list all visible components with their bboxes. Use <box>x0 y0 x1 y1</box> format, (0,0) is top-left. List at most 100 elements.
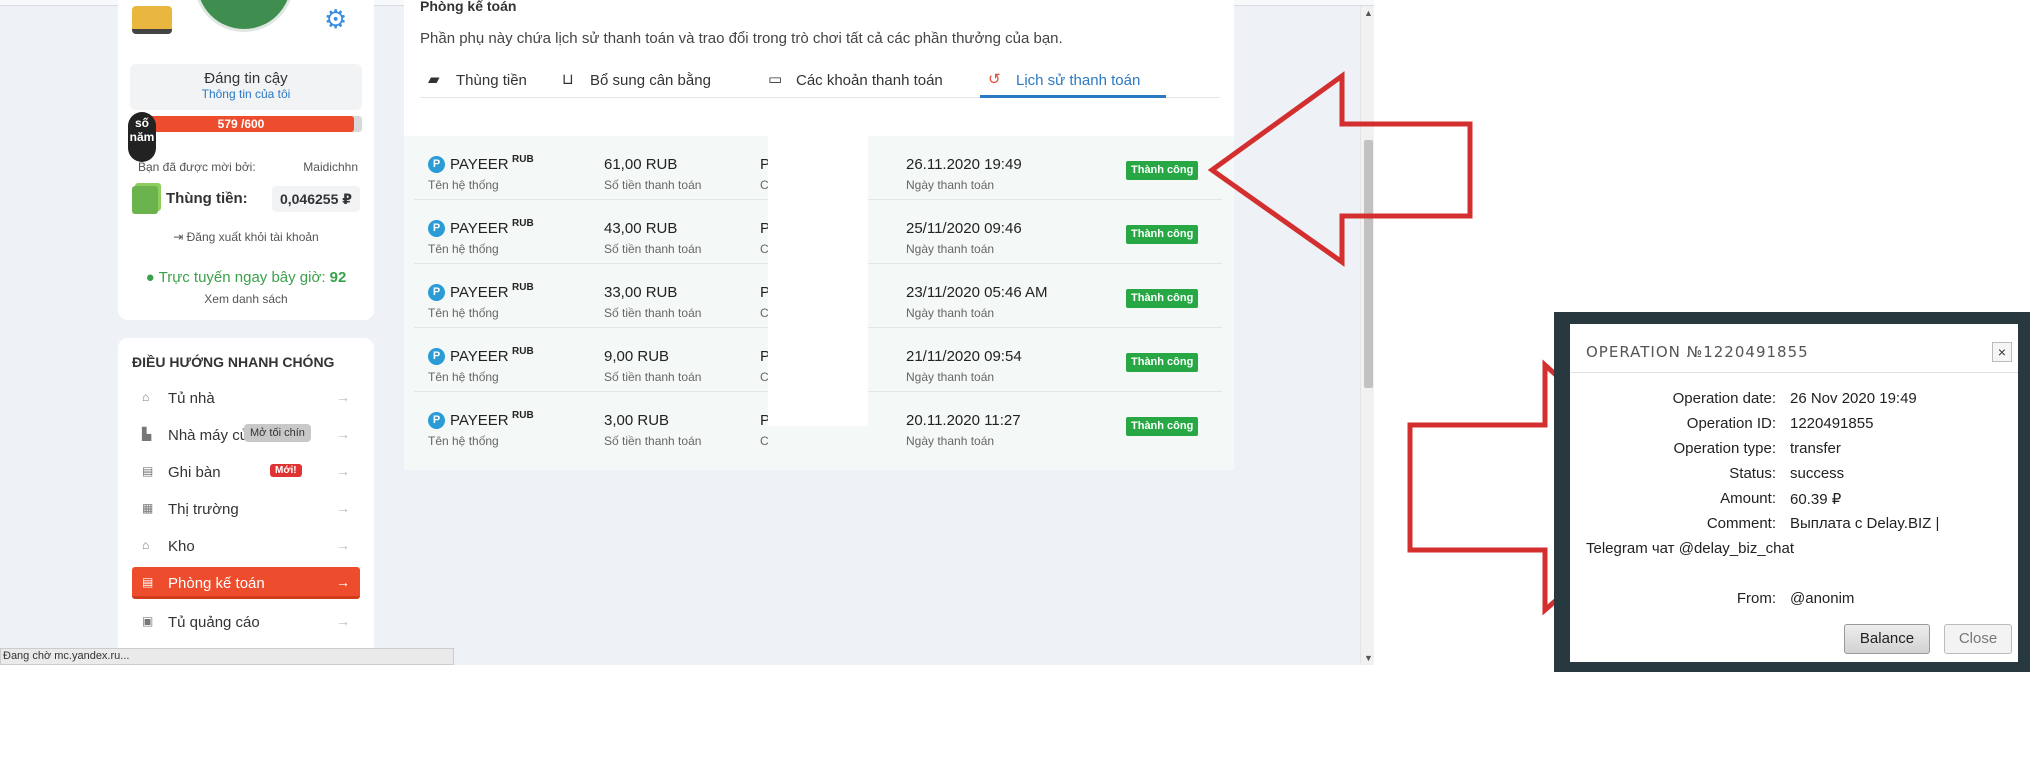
factory-tooltip: Mở tối chín <box>244 424 311 442</box>
nav-item-home[interactable]: ⌂ Tủ nhà → <box>132 382 360 414</box>
trust-title: Đáng tin cậy <box>204 70 288 87</box>
account-sublabel: C <box>760 434 769 448</box>
date: 23/11/2020 05:46 AM <box>906 284 1048 301</box>
factory-icon: ▙ <box>142 427 152 441</box>
online-count: 92 <box>329 269 347 286</box>
date: 25/11/2020 09:46 <box>906 220 1022 237</box>
payeer-logo-icon: P <box>428 284 445 301</box>
tab-wallet[interactable]: ▰ Thùng tiền <box>420 62 544 98</box>
ads-icon: ▣ <box>142 614 154 628</box>
my-info-link[interactable]: Thông tin của tôi <box>130 87 362 101</box>
operation-dialog-body: OPERATION №1220491855 × Operation date: … <box>1570 324 2018 662</box>
system-name: PAYEER <box>450 156 509 173</box>
invited-by-name: Maidichhn <box>303 160 358 174</box>
tab-bar: ▰ Thùng tiền ⊔ Bổ sung cân bằng ▭ Các kh… <box>420 62 1220 98</box>
nav-item-label: Thị trường <box>168 501 239 518</box>
amount-sublabel: Số tiền thanh toán <box>604 306 702 320</box>
nav-item-label: Kho <box>168 538 195 555</box>
date: 21/11/2020 09:54 <box>906 348 1022 365</box>
date-sublabel: Ngày thanh toán <box>906 178 995 192</box>
system-name: PAYEER <box>450 220 509 237</box>
scrollbar-thumb[interactable] <box>1364 140 1373 388</box>
status-value: success <box>1790 465 1845 482</box>
avatar[interactable] <box>194 0 294 32</box>
operation-type-label: Operation type: <box>1673 440 1776 457</box>
arrow-right-icon: → <box>336 574 350 590</box>
system-name: PAYEER <box>450 348 509 365</box>
invited-by: Bạn đã được mời bởi: Maidichhn <box>138 160 368 174</box>
accounting-icon: ▤ <box>142 575 154 589</box>
payeer-logo-icon: P <box>428 220 445 237</box>
tab-topup[interactable]: ⊔ Bổ sung cân bằng <box>554 62 714 98</box>
online-dot-icon: ● <box>145 269 159 286</box>
cash-icon: ▭ <box>768 71 783 88</box>
quick-nav-title: ĐIỀU HƯỚNG NHANH CHÓNG <box>132 354 335 370</box>
money-icon <box>132 186 158 214</box>
payeer-logo-icon: P <box>428 348 445 365</box>
date-sublabel: Ngày thanh toán <box>906 434 995 448</box>
level-badge: số năm <box>128 112 156 162</box>
nav-item-ads[interactable]: ▣ Tủ quảng cáo → <box>132 606 360 638</box>
basket-icon: ⊔ <box>562 71 574 88</box>
see-list-link[interactable]: Xem danh sách <box>118 292 374 306</box>
logout-link[interactable]: ⇥ Đăng xuất khỏi tài khoản <box>118 230 374 244</box>
nav-item-market[interactable]: ▦ Thị trường → <box>132 493 360 525</box>
nav-item-label: Phòng kế toán <box>168 575 265 592</box>
scroll-down-icon[interactable]: ▼ <box>1364 653 1373 663</box>
currency: RUB <box>512 282 534 293</box>
from-value: @anonim <box>1790 590 1855 607</box>
balance-button[interactable]: Balance <box>1844 624 1930 654</box>
logout-label: Đăng xuất khỏi tài khoản <box>186 230 319 244</box>
arrow-right-icon: → <box>336 389 350 405</box>
browser-page: ⚙ Đáng tin cậy Thông tin của tôi 579 /60… <box>0 0 1374 665</box>
date-sublabel: Ngày thanh toán <box>906 370 995 384</box>
date: 26.11.2020 19:49 <box>906 156 1022 173</box>
tab-label: Các khoản thanh toán <box>796 72 943 89</box>
nav-item-score[interactable]: ▤ Ghi bàn Mới! → <box>132 456 360 488</box>
invited-by-label: Bạn đã được mời bởi: <box>138 160 256 174</box>
scroll-up-icon[interactable]: ▲ <box>1364 8 1373 18</box>
nav-item-accounting[interactable]: ▤ Phòng kế toán → <box>132 567 360 599</box>
operation-date-label: Operation date: <box>1672 390 1776 407</box>
currency: RUB <box>512 410 534 421</box>
page-scrollbar[interactable]: ▲ ▼ <box>1360 6 1374 665</box>
payeer-logo-icon: P <box>428 156 445 173</box>
tab-payment-history[interactable]: ↺ Lịch sử thanh toán <box>980 62 1166 98</box>
warehouse-icon: ⌂ <box>142 538 150 552</box>
system-name: PAYEER <box>450 284 509 301</box>
system-sublabel: Tên hệ thống <box>428 178 499 192</box>
amount: 43,00 RUB <box>604 220 678 237</box>
system-sublabel: Tên hệ thống <box>428 306 499 320</box>
browser-status-bar: Đang chờ mc.yandex.ru... <box>0 648 454 665</box>
page-description: Phần phụ này chứa lịch sử thanh toán và … <box>420 30 1063 47</box>
dialog-divider <box>1570 372 2018 373</box>
status-badge: Thành công <box>1126 353 1199 372</box>
tab-label: Thùng tiền <box>456 72 527 89</box>
home-icon: ⌂ <box>142 390 150 404</box>
nav-item-label: Ghi bàn <box>168 464 221 481</box>
close-button[interactable]: Close <box>1944 624 2012 654</box>
arrow-right-icon: → <box>336 500 350 516</box>
gear-icon[interactable]: ⚙ <box>324 6 354 32</box>
date-sublabel: Ngày thanh toán <box>906 306 995 320</box>
comment-value: Выплата с Delay.BIZ | <box>1790 515 1940 532</box>
close-icon[interactable]: × <box>1992 342 2012 362</box>
accounting-panel: Phòng kế toán Phần phụ này chứa lịch sử … <box>404 0 1234 470</box>
online-now: ● Trực tuyến ngay bây giờ: 92 <box>118 269 374 286</box>
arrow-right-icon: → <box>336 426 350 442</box>
profile-card: ⚙ Đáng tin cậy Thông tin của tôi 579 /60… <box>118 0 374 320</box>
tab-payouts[interactable]: ▭ Các khoản thanh toán <box>760 62 950 98</box>
date: 20.11.2020 11:27 <box>906 412 1021 429</box>
market-icon: ▦ <box>142 501 154 515</box>
xp-text: 579 /600 <box>217 117 265 131</box>
nav-item-warehouse[interactable]: ⌂ Kho → <box>132 530 360 562</box>
logout-icon: ⇥ <box>173 230 187 244</box>
operation-type: transfer <box>1790 440 1841 457</box>
status-badge: Thành công <box>1126 289 1199 308</box>
tab-label: Bổ sung cân bằng <box>590 72 711 89</box>
status-badge: Thành công <box>1126 225 1199 244</box>
nav-item-factory[interactable]: ▙ Nhà máy của tôi Mở tối chín → <box>132 419 360 451</box>
nav-item-label: Tủ quảng cáo <box>168 614 260 631</box>
currency: RUB <box>512 154 534 165</box>
date-sublabel: Ngày thanh toán <box>906 242 995 256</box>
